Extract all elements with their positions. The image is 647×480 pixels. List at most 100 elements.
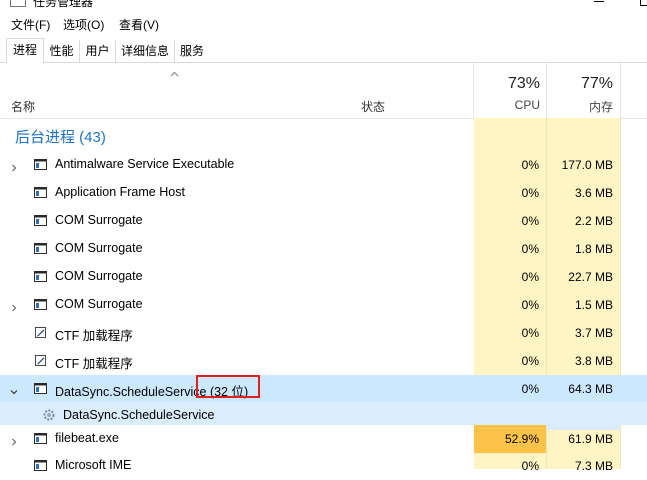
- window-title: 任务管理器: [33, 0, 94, 9]
- menu-view[interactable]: 查看(V): [119, 16, 159, 33]
- cpu-cell: 52.9%: [474, 425, 546, 453]
- cpu-cell: 0%: [474, 207, 546, 235]
- memory-value: 3.7 MB: [574, 326, 613, 340]
- cpu-cell: 0%: [474, 291, 546, 319]
- app-window-icon: [34, 460, 47, 471]
- tab-bar: 进程 性能 用户 详细信息 服务: [0, 38, 647, 64]
- column-memory[interactable]: 内存: [547, 98, 613, 115]
- chevron-right-icon[interactable]: [10, 301, 18, 312]
- cpu-cell: 0%: [474, 235, 546, 263]
- cpu-value: 0%: [521, 382, 539, 396]
- group-header-background-processes[interactable]: 后台进程 (43): [0, 118, 647, 151]
- process-name: COM Surrogate: [55, 269, 143, 283]
- process-row[interactable]: DataSync.ScheduleService (32 位) 0% 64.3 MB: [0, 375, 647, 403]
- process-row[interactable]: CTF 加载程序 0% 3.7 MB: [0, 319, 647, 347]
- cpu-value: 0%: [521, 298, 539, 312]
- process-row[interactable]: CTF 加载程序 0% 3.8 MB: [0, 347, 647, 375]
- memory-value: 61.9 MB: [568, 432, 613, 446]
- task-manager-icon: [10, 0, 26, 7]
- memory-cell: 3.8 MB: [547, 347, 620, 375]
- app-window-icon: [34, 271, 47, 282]
- process-name: COM Surrogate: [55, 213, 143, 227]
- process-name: Antimalware Service Executable: [55, 157, 235, 171]
- process-row[interactable]: COM Surrogate 0% 2.2 MB: [0, 207, 647, 235]
- group-title: 后台进程 (43): [15, 129, 106, 146]
- chevron-down-icon[interactable]: [10, 385, 18, 395]
- menu-file[interactable]: 文件(F): [11, 16, 50, 33]
- process-name: COM Surrogate: [55, 297, 143, 311]
- memory-value: 177.0 MB: [561, 158, 613, 172]
- cpu-cell: 0%: [474, 179, 546, 207]
- cpu-value: 0%: [521, 214, 539, 228]
- pen-edit-icon: [34, 327, 47, 338]
- minimize-button[interactable]: [594, 1, 604, 2]
- process-name: CTF 加载程序: [55, 357, 133, 371]
- tab-performance[interactable]: 性能: [43, 40, 80, 62]
- memory-value: 1.5 MB: [574, 298, 613, 312]
- cpu-cell: 0%: [474, 452, 546, 480]
- process-row[interactable]: COM Surrogate 0% 22.7 MB: [0, 263, 647, 291]
- maximize-button[interactable]: [640, 0, 647, 6]
- cpu-value: 0%: [521, 326, 539, 340]
- menu-bar: 文件(F) 选项(O) 查看(V): [0, 13, 647, 35]
- process-row[interactable]: Antimalware Service Executable 0% 177.0 MB: [0, 151, 647, 179]
- app-window-icon: [34, 215, 47, 226]
- memory-value: 64.3 MB: [568, 382, 613, 396]
- app-window-icon: [34, 383, 47, 394]
- app-window-icon: [34, 299, 47, 310]
- memory-total-percent[interactable]: 77%: [547, 75, 613, 93]
- process-child-row[interactable]: DataSync.ScheduleService: [0, 402, 647, 430]
- memory-cell: 7.3 MB: [547, 452, 620, 480]
- memory-value: 1.8 MB: [574, 242, 613, 256]
- process-row[interactable]: Microsoft IME 0% 7.3 MB: [0, 452, 647, 480]
- tab-processes[interactable]: 进程: [6, 38, 44, 64]
- memory-cell: 1.8 MB: [547, 235, 620, 263]
- app-window-icon: [34, 433, 47, 444]
- column-cpu[interactable]: CPU: [474, 98, 540, 112]
- cpu-value: 0%: [521, 242, 539, 256]
- memory-cell: 3.7 MB: [547, 319, 620, 347]
- memory-cell: 64.3 MB: [547, 375, 620, 403]
- tab-details[interactable]: 详细信息: [115, 40, 175, 62]
- memory-cell: 22.7 MB: [547, 263, 620, 291]
- cpu-total-percent[interactable]: 73%: [474, 75, 540, 93]
- column-status[interactable]: 状态: [361, 98, 385, 115]
- cpu-cell: 0%: [474, 319, 546, 347]
- process-row[interactable]: Application Frame Host 0% 3.6 MB: [0, 179, 647, 207]
- cpu-cell: 0%: [474, 263, 546, 291]
- memory-value: 2.2 MB: [574, 214, 613, 228]
- chevron-right-icon[interactable]: [10, 161, 18, 172]
- process-name: DataSync.ScheduleService: [63, 408, 215, 422]
- memory-cell: 1.5 MB: [547, 291, 620, 319]
- cpu-cell: 0%: [474, 151, 546, 179]
- app-window-icon: [34, 187, 47, 198]
- title-bar: 任务管理器: [0, 0, 647, 10]
- tab-users[interactable]: 用户: [79, 40, 116, 62]
- process-name: CTF 加载程序: [55, 329, 133, 343]
- chevron-right-icon[interactable]: [10, 435, 18, 446]
- sort-ascending-icon: [170, 71, 179, 77]
- process-row[interactable]: COM Surrogate 0% 1.5 MB: [0, 291, 647, 319]
- service-gear-icon: [42, 408, 56, 422]
- column-name[interactable]: 名称: [11, 98, 35, 115]
- process-row[interactable]: COM Surrogate 0% 1.8 MB: [0, 235, 647, 263]
- memory-cell: 3.6 MB: [547, 179, 620, 207]
- memory-value: 7.3 MB: [574, 459, 613, 473]
- cpu-cell: 0%: [474, 375, 546, 403]
- process-name: COM Surrogate: [55, 241, 143, 255]
- app-window-icon: [34, 243, 47, 254]
- highlight-box: [196, 375, 260, 398]
- tab-services[interactable]: 服务: [174, 40, 210, 62]
- cpu-value: 0%: [521, 270, 539, 284]
- app-window-icon: [34, 159, 47, 170]
- pen-edit-icon: [34, 355, 47, 366]
- process-row[interactable]: filebeat.exe 52.9% 61.9 MB: [0, 425, 647, 453]
- cpu-value: 0%: [521, 186, 539, 200]
- menu-options[interactable]: 选项(O): [63, 16, 104, 33]
- memory-value: 3.8 MB: [574, 354, 613, 368]
- cpu-cell: 0%: [474, 347, 546, 375]
- column-divider[interactable]: [620, 63, 621, 118]
- process-name: Application Frame Host: [55, 185, 185, 199]
- memory-value: 22.7 MB: [568, 270, 613, 284]
- memory-cell: 61.9 MB: [547, 425, 620, 453]
